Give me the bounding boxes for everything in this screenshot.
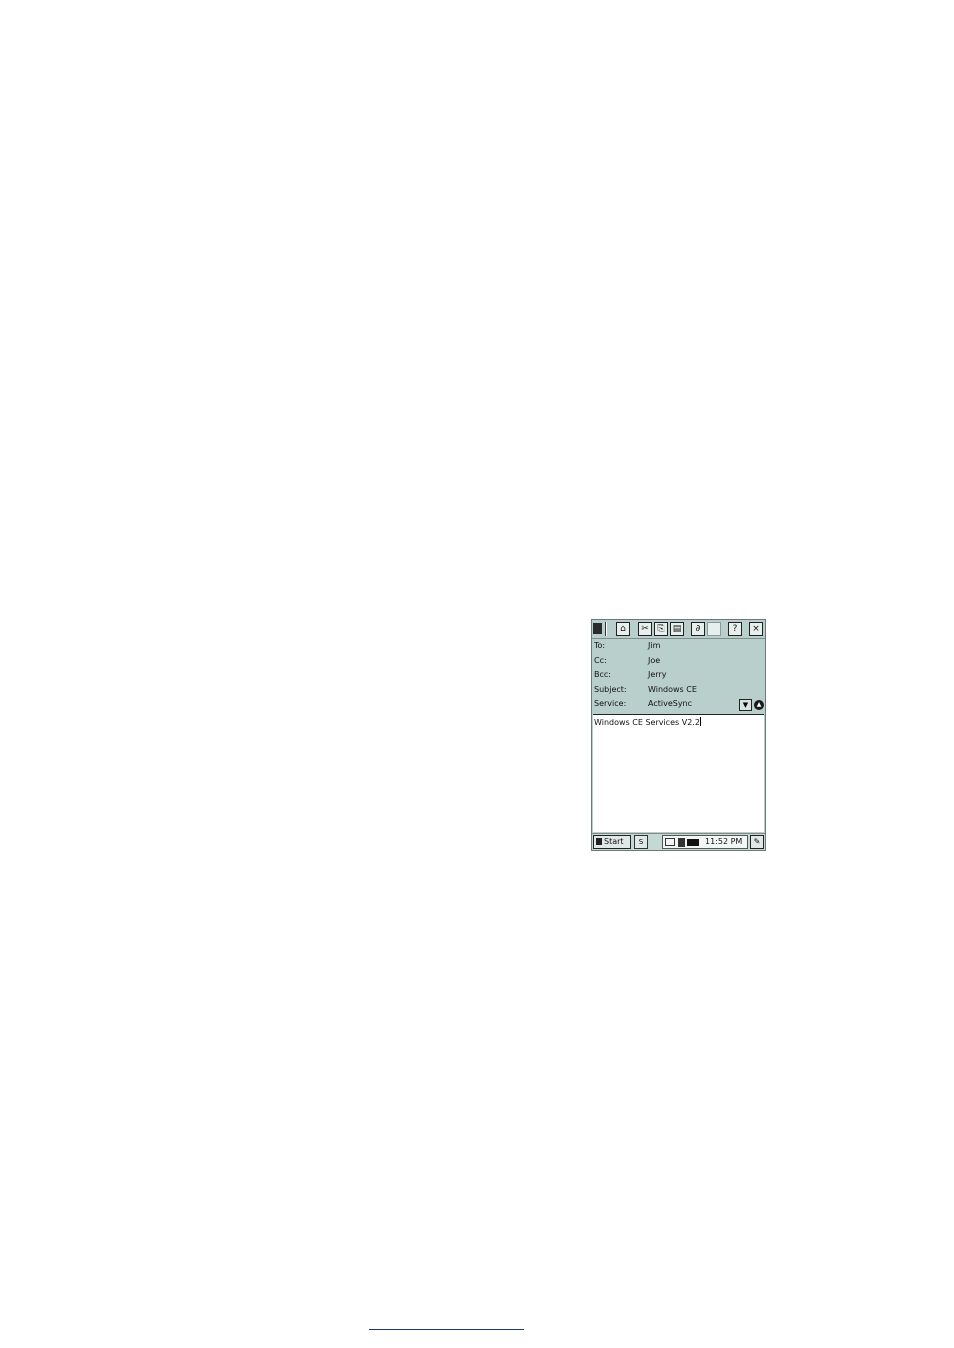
attach-button[interactable]: ∂ [691,622,705,636]
page-footer-rule [369,1329,524,1330]
bcc-field[interactable]: Jerry [648,670,666,679]
subject-row[interactable]: Subject: Windows CE [592,683,765,698]
close-button[interactable]: × [749,622,763,636]
help-button[interactable]: ? [728,622,742,636]
clock[interactable]: 11:52 PM [705,836,742,848]
copy-button[interactable]: ⎘ [654,622,668,636]
toolbar: ⌂ ✂ ⎘ ▤ ∂ ? × [592,620,765,639]
start-button[interactable]: Start [593,835,631,849]
app-icon [593,623,602,634]
service-dropdown-button[interactable]: ▼ [739,699,752,711]
bcc-label: Bcc: [594,670,611,679]
message-body-text: Windows CE Services V2.2 [594,718,700,727]
system-tray: 11:52 PM [662,835,748,849]
cc-field[interactable]: Joe [648,656,660,665]
paste-button[interactable]: ▤ [670,622,684,636]
windows-flag-icon [596,838,602,845]
send-button[interactable]: ⌂ [616,622,630,636]
inbox-compose-window: ⌂ ✂ ⎘ ▤ ∂ ? × To: Jim Cc: Joe Bcc: Jerry… [591,619,766,851]
subject-label: Subject: [594,684,627,694]
subject-field[interactable]: Windows CE [648,685,697,694]
taskbar: Start S 11:52 PM ✎ [592,833,765,850]
bcc-row[interactable]: Bcc: Jerry [592,668,765,683]
to-label: To: [594,641,606,650]
sync-icon[interactable] [678,838,685,847]
to-row[interactable]: To: Jim [592,639,765,654]
service-select[interactable]: ActiveSync [648,699,692,708]
input-panel-button[interactable]: ✎ [750,835,764,849]
taskbar-app-button[interactable]: S [634,835,648,849]
connection-icon[interactable] [665,838,675,846]
cc-row[interactable]: Cc: Joe [592,654,765,669]
battery-icon[interactable] [687,839,699,846]
collapse-header-icon[interactable]: ▲ [754,700,764,710]
cut-button[interactable]: ✂ [638,622,652,636]
text-caret [699,717,701,726]
service-label: Service: [594,699,627,708]
toolbar-separator [605,622,607,636]
message-body[interactable]: Windows CE Services V2.2 [593,714,764,832]
cc-label: Cc: [594,655,607,665]
to-field[interactable]: Jim [648,641,660,650]
disabled-button [707,622,721,636]
start-label: Start [604,837,624,846]
